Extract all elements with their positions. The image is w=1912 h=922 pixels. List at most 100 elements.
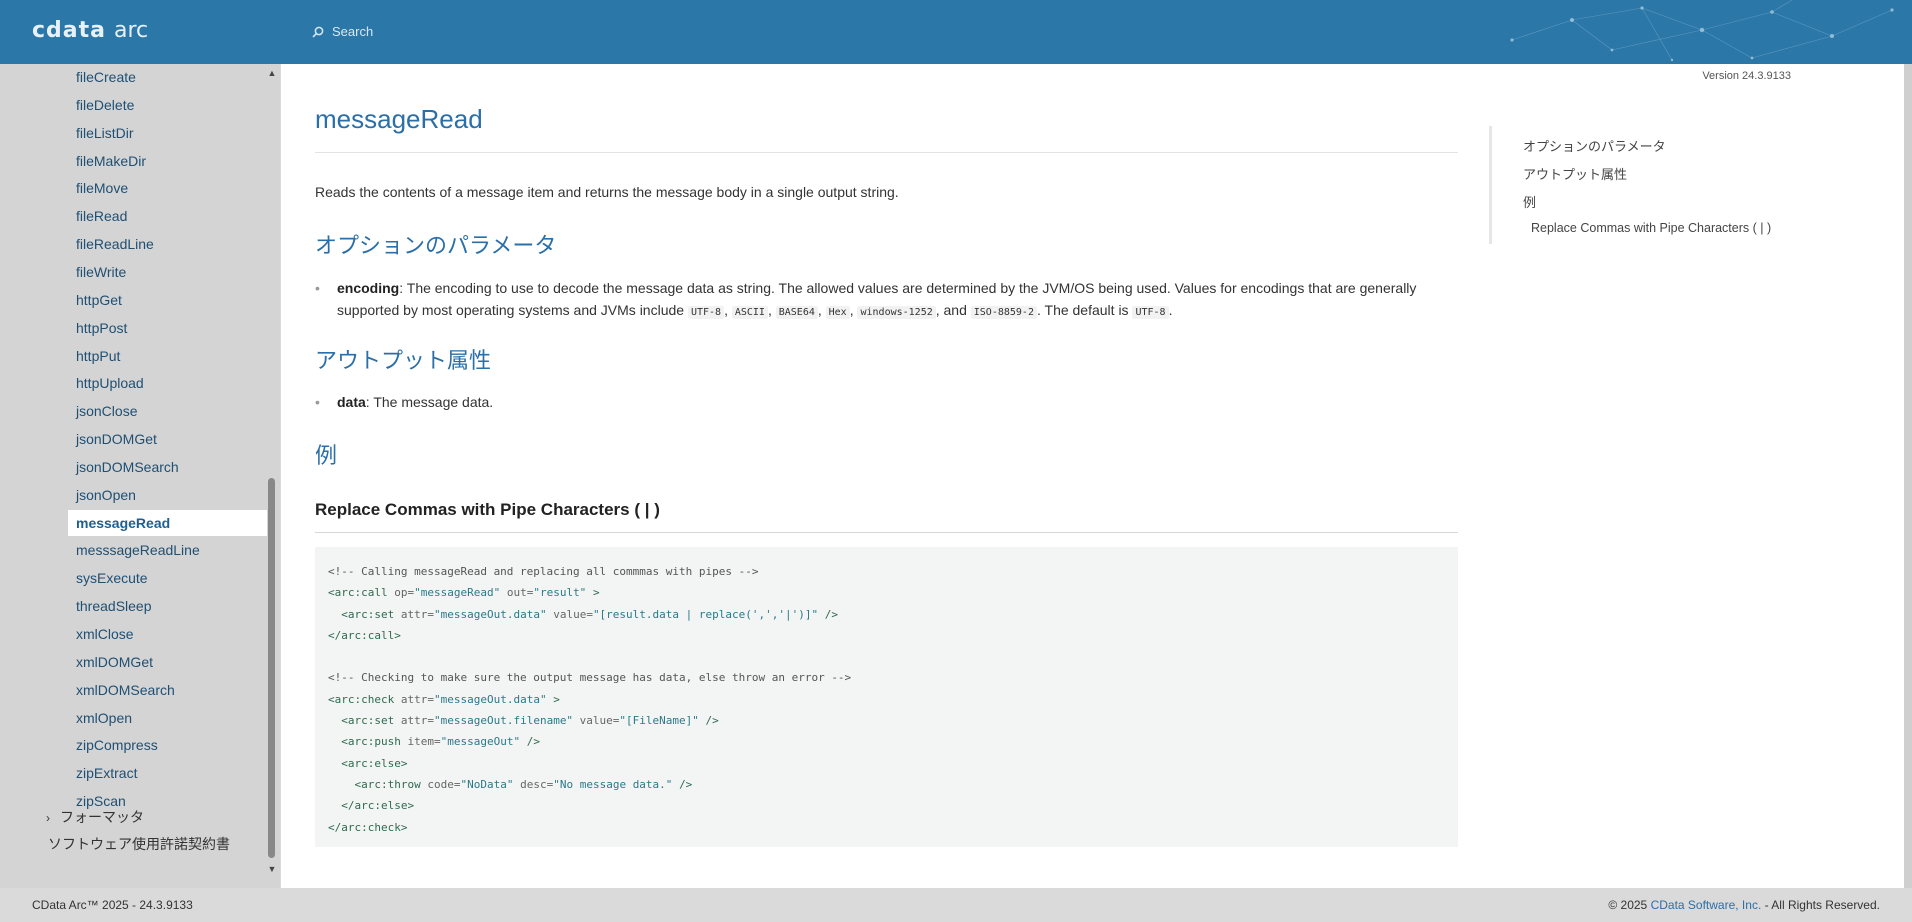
- sidebar-item-xmldomsearch[interactable]: xmlDOMSearch: [68, 677, 267, 703]
- sidebar-item-filecreate[interactable]: fileCreate: [68, 64, 267, 90]
- search-box[interactable]: Search: [312, 24, 373, 39]
- intro-text: Reads the contents of a message item and…: [315, 184, 899, 200]
- code-tag: >: [400, 756, 408, 770]
- sidebar-item-messsagereadline[interactable]: messsageReadLine: [68, 537, 267, 563]
- optional-params-heading: オプションのパラメータ: [315, 233, 557, 258]
- search-placeholder[interactable]: Search: [332, 24, 373, 39]
- sidebar-scrollbar[interactable]: ▲ ▼: [266, 64, 278, 888]
- separator: ,: [817, 302, 826, 318]
- code-tag: </arc:else: [341, 799, 408, 813]
- sidebar-group-formatters[interactable]: › フォーマッタ: [46, 804, 144, 830]
- sidebar-item-messageread[interactable]: messageRead: [68, 509, 267, 536]
- code-string: "messageOut.data": [433, 607, 547, 621]
- example-divider: [315, 532, 1458, 533]
- sidebar-item-filereadline[interactable]: fileReadLine: [68, 231, 267, 257]
- code-line: <arc:set attr="messageOut.filename" valu…: [328, 710, 1445, 731]
- sidebar-item-filedelete[interactable]: fileDelete: [68, 92, 267, 118]
- attr-data: • data: The message data.: [315, 391, 1457, 413]
- sidebar-item-xmlclose[interactable]: xmlClose: [68, 621, 267, 647]
- table-of-contents: オプションのパラメータ アウトプット属性 例 Replace Commas wi…: [1489, 126, 1789, 244]
- code-attr: attr=: [394, 692, 434, 706]
- search-icon: [312, 26, 324, 38]
- sidebar-item-filemove[interactable]: fileMove: [68, 175, 267, 201]
- code-attr: desc=: [513, 777, 554, 791]
- footer: CData Arc™ 2025 - 24.3.9133 © 2025 CData…: [0, 888, 1912, 922]
- sidebar-item-filelistdir[interactable]: fileListDir: [68, 120, 267, 146]
- sidebar-item-jsonclose[interactable]: jsonClose: [68, 398, 267, 424]
- top-header: cdata arc Search: [0, 0, 1912, 64]
- sidebar-item-fileread[interactable]: fileRead: [68, 203, 267, 229]
- sidebar-item-jsondomsearch[interactable]: jsonDOMSearch: [68, 454, 267, 480]
- code-string: "[result.data | replace(',','|')]": [592, 607, 819, 621]
- code-string: "messageOut.filename": [433, 714, 574, 728]
- cdata-software-link[interactable]: CData Software, Inc.: [1651, 898, 1762, 912]
- code-tag: <arc:set: [341, 607, 395, 621]
- separator: ,: [767, 302, 776, 318]
- scrollbar-thumb[interactable]: [268, 478, 275, 858]
- sidebar-item-filewrite[interactable]: fileWrite: [68, 259, 267, 285]
- sidebar-item-license[interactable]: ソフトウェア使用許諾契約書: [48, 831, 230, 857]
- toc-item-output-attrs[interactable]: アウトプット属性: [1523, 164, 1627, 183]
- code-tag: <arc:push: [341, 735, 401, 749]
- cdata-arc-logo[interactable]: cdata arc: [32, 18, 148, 46]
- logo-main-text: cdata: [32, 18, 106, 43]
- sidebar-group-label: フォーマッタ: [60, 809, 144, 825]
- attr-name: data: [337, 394, 366, 410]
- code-tag: >: [407, 799, 415, 813]
- code-tag: <arc:call: [328, 586, 388, 600]
- copyright-prefix: © 2025: [1608, 898, 1651, 912]
- code-tag: />: [526, 735, 540, 749]
- sidebar-item-httppost[interactable]: httpPost: [68, 315, 267, 341]
- code-tag: >: [400, 820, 408, 834]
- scroll-down-arrow-icon[interactable]: ▼: [266, 864, 278, 876]
- sidebar-item-threadsleep[interactable]: threadSleep: [68, 593, 267, 619]
- sidebar-item-filemakedir[interactable]: fileMakeDir: [68, 148, 267, 174]
- sidebar-item-xmldomget[interactable]: xmlDOMGet: [68, 649, 267, 675]
- sidebar-item-sysexecute[interactable]: sysExecute: [68, 565, 267, 591]
- toc-item-optional-params[interactable]: オプションのパラメータ: [1523, 136, 1666, 155]
- code-line: <arc:else>: [328, 753, 1445, 774]
- code-tag: >: [553, 692, 560, 706]
- attr-desc: : The message data.: [365, 394, 494, 410]
- scroll-up-arrow-icon[interactable]: ▲: [266, 68, 278, 80]
- output-attrs-heading: アウトプット属性: [315, 348, 492, 373]
- version-label: Version 24.3.9133: [1702, 70, 1791, 82]
- code-string: "result": [533, 586, 587, 600]
- toc-item-replace-commas[interactable]: Replace Commas with Pipe Characters ( | …: [1531, 221, 1771, 235]
- bullet-icon: •: [315, 280, 320, 296]
- default-encoding-value: UTF-8: [1132, 306, 1169, 319]
- sidebar-item-zipcompress[interactable]: zipCompress: [68, 732, 267, 758]
- sidebar-item-xmlopen[interactable]: xmlOpen: [68, 705, 267, 731]
- toc-item-example[interactable]: 例: [1523, 192, 1536, 211]
- code-tag: </arc:check: [328, 820, 401, 834]
- encoding-value: ISO-8859-2: [970, 306, 1037, 319]
- default-text: . The default is: [1036, 302, 1133, 318]
- footer-copyright: © 2025 CData Software, Inc. - All Rights…: [1608, 898, 1880, 912]
- code-string: "NoData": [460, 777, 514, 791]
- logo-sub-text: arc: [114, 18, 149, 43]
- code-attr: value=: [546, 607, 593, 621]
- sidebar-item-zipextract[interactable]: zipExtract: [68, 760, 267, 786]
- code-line: </arc:check>: [328, 817, 1445, 838]
- bullet-icon: •: [315, 394, 320, 410]
- code-attr: op=: [387, 586, 415, 600]
- sidebar-item-jsondomget[interactable]: jsonDOMGet: [68, 426, 267, 452]
- sidebar-item-httpput[interactable]: httpPut: [68, 343, 267, 369]
- code-line: </arc:call>: [328, 625, 1445, 646]
- code-line: <arc:throw code="NoData" desc="No messag…: [328, 774, 1445, 795]
- separator: ,: [724, 302, 732, 318]
- code-tag: />: [705, 714, 719, 728]
- main-scrollbar[interactable]: [1904, 64, 1912, 888]
- sidebar-item-httpget[interactable]: httpGet: [68, 287, 267, 313]
- sidebar-item-jsonopen[interactable]: jsonOpen: [68, 482, 267, 508]
- code-tag: <arc:else: [341, 756, 401, 770]
- sidebar-item-httpupload[interactable]: httpUpload: [68, 370, 267, 396]
- code-tag: <arc:set: [341, 714, 395, 728]
- encoding-value: BASE64: [775, 306, 818, 319]
- code-attr: value=: [573, 714, 620, 728]
